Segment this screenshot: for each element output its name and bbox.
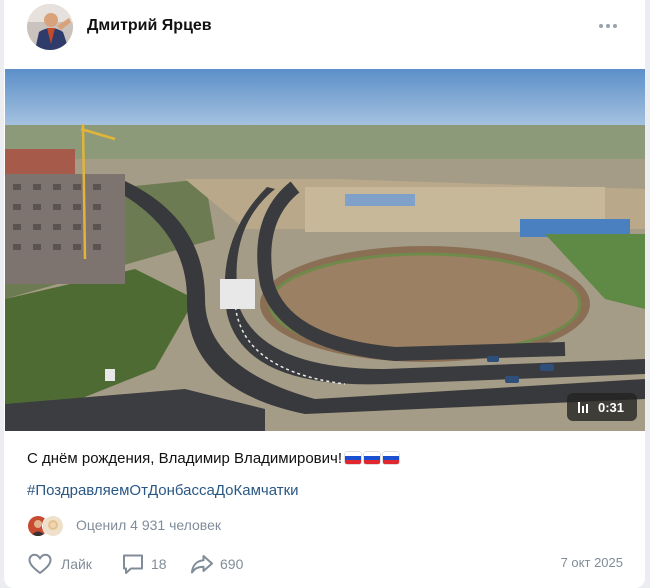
comment-icon	[123, 554, 143, 574]
hashtag-link[interactable]: #ПоздравляемОтДонбассаДоКамчатки	[27, 482, 299, 499]
like-button[interactable]: Лайк	[27, 551, 107, 577]
post-card: Дмитрий Ярцев 0:31 С днём рождения, Влад…	[4, 0, 645, 588]
post-date[interactable]: 7 окт 2025	[561, 555, 623, 570]
russia-flag-icon	[364, 452, 380, 464]
more-options-button[interactable]	[596, 16, 620, 36]
author-name[interactable]: Дмитрий Ярцев	[87, 17, 212, 35]
author-avatar[interactable]	[27, 4, 73, 50]
like-label: Лайк	[61, 556, 92, 572]
share-icon	[191, 555, 213, 574]
video-duration-badge: 0:31	[567, 393, 637, 421]
video-thumbnail	[5, 69, 645, 431]
comment-button[interactable]: 18	[120, 551, 175, 577]
video-player[interactable]: 0:31	[5, 69, 645, 431]
share-button[interactable]: 690	[189, 551, 254, 577]
post-text: С днём рождения, Владимир Владимирович!	[27, 450, 399, 467]
heart-icon	[28, 553, 52, 575]
comments-count: 18	[151, 556, 167, 572]
shares-count: 690	[220, 556, 244, 572]
reactor-avatar	[42, 515, 64, 537]
post-actions: Лайк 18 690	[27, 551, 627, 577]
post-header: Дмитрий Ярцев	[4, 0, 645, 60]
post-text-content: С днём рождения, Владимир Владимирович!	[27, 450, 342, 467]
video-duration-icon	[578, 402, 590, 413]
russia-flag-icon	[345, 452, 361, 464]
more-icon	[599, 24, 603, 28]
rated-by-count: Оценил 4 931 человек	[76, 517, 221, 533]
russia-flag-icon	[383, 452, 399, 464]
video-duration: 0:31	[598, 400, 625, 415]
